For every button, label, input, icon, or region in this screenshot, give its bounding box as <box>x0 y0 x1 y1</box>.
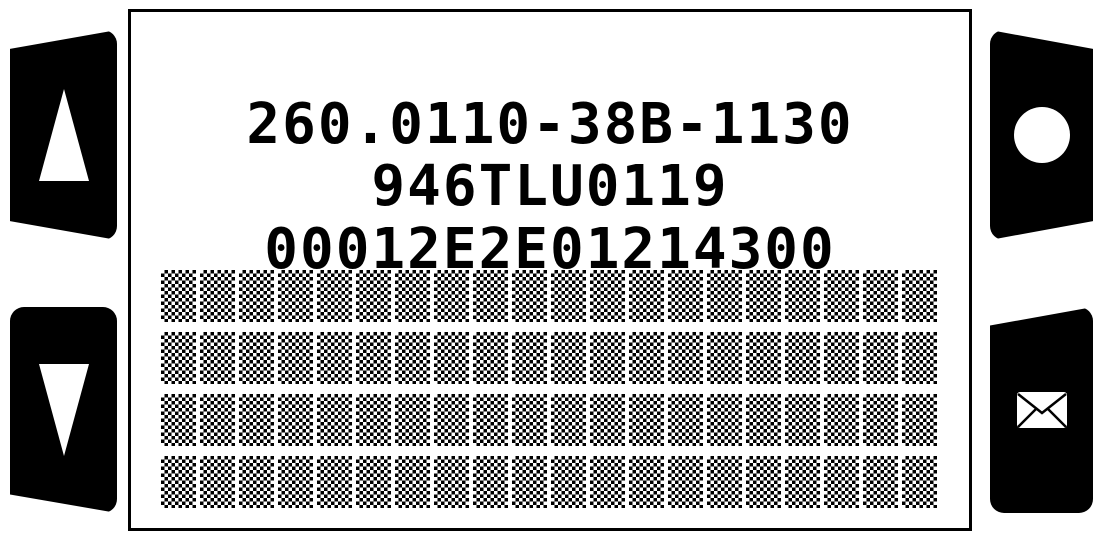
pixel-cell <box>863 270 898 322</box>
pixel-cell <box>395 456 430 508</box>
message-button[interactable] <box>990 307 1093 513</box>
pixel-cell <box>395 332 430 384</box>
pixel-cell <box>473 394 508 446</box>
pixel-cell <box>356 332 391 384</box>
pixel-cell <box>473 332 508 384</box>
pixel-cell <box>551 394 586 446</box>
pixel-cell <box>629 394 664 446</box>
pixel-cell <box>317 332 352 384</box>
pixel-cell <box>746 456 781 508</box>
pixel-cell <box>668 270 703 322</box>
up-button[interactable] <box>10 30 117 240</box>
pixel-test-pattern <box>161 270 945 512</box>
pixel-cell <box>590 332 625 384</box>
circle-icon <box>1013 107 1070 163</box>
pixel-cell <box>785 394 820 446</box>
pixel-cell <box>590 456 625 508</box>
pixel-cell <box>317 456 352 508</box>
pixel-cell <box>863 394 898 446</box>
pixel-cell <box>746 270 781 322</box>
pixel-cell <box>551 456 586 508</box>
pixel-cell <box>551 332 586 384</box>
pixel-cell <box>629 332 664 384</box>
down-triangle-icon <box>38 364 89 456</box>
pixel-cell <box>824 270 859 322</box>
pixel-cell <box>707 270 742 322</box>
pixel-cell <box>239 456 274 508</box>
pixel-cell <box>200 456 235 508</box>
pixel-cell <box>902 456 937 508</box>
pixel-cell <box>161 456 196 508</box>
pixel-cell <box>668 332 703 384</box>
pixel-cell <box>434 270 469 322</box>
pixel-cell <box>239 394 274 446</box>
lcd-display: 260.0110-38B-1130 946TLU0119 00012E2E012… <box>128 9 972 531</box>
pixel-cell <box>434 456 469 508</box>
pixel-row <box>161 394 937 446</box>
pixel-cell <box>434 332 469 384</box>
pixel-cell <box>785 332 820 384</box>
pixel-cell <box>512 394 547 446</box>
pixel-cell <box>590 394 625 446</box>
pixel-cell <box>473 270 508 322</box>
pixel-cell <box>317 270 352 322</box>
pixel-cell <box>200 332 235 384</box>
pixel-cell <box>512 270 547 322</box>
pixel-cell <box>668 394 703 446</box>
pixel-cell <box>317 394 352 446</box>
up-triangle-icon <box>38 89 89 181</box>
pixel-cell <box>746 394 781 446</box>
pixel-row <box>161 456 937 508</box>
pixel-cell <box>161 394 196 446</box>
pixel-cell <box>356 270 391 322</box>
pixel-cell <box>824 456 859 508</box>
pixel-cell <box>356 394 391 446</box>
pixel-cell <box>200 270 235 322</box>
pixel-cell <box>200 394 235 446</box>
pixel-cell <box>629 456 664 508</box>
pixel-cell <box>902 394 937 446</box>
pixel-cell <box>278 394 313 446</box>
pixel-cell <box>161 332 196 384</box>
envelope-icon <box>1014 390 1069 430</box>
pixel-cell <box>707 394 742 446</box>
pixel-cell <box>824 394 859 446</box>
pixel-cell <box>785 456 820 508</box>
pixel-cell <box>707 456 742 508</box>
pixel-cell <box>278 332 313 384</box>
pixel-row <box>161 270 937 322</box>
pixel-cell <box>512 456 547 508</box>
pixel-cell <box>395 270 430 322</box>
pixel-cell <box>239 270 274 322</box>
pixel-cell <box>902 332 937 384</box>
pixel-cell <box>785 270 820 322</box>
pixel-cell <box>629 270 664 322</box>
pixel-cell <box>395 394 430 446</box>
pixel-cell <box>356 456 391 508</box>
pixel-cell <box>707 332 742 384</box>
pixel-cell <box>863 332 898 384</box>
pixel-cell <box>473 456 508 508</box>
pixel-cell <box>863 456 898 508</box>
pixel-cell <box>161 270 196 322</box>
pixel-cell <box>278 270 313 322</box>
pixel-row <box>161 332 937 384</box>
pixel-cell <box>551 270 586 322</box>
pixel-cell <box>239 332 274 384</box>
ok-button[interactable] <box>990 30 1093 240</box>
pixel-cell <box>512 332 547 384</box>
pixel-cell <box>590 270 625 322</box>
display-line-2: 946TLU0119 <box>371 154 729 219</box>
pixel-cell <box>278 456 313 508</box>
pixel-cell <box>824 332 859 384</box>
pixel-cell <box>902 270 937 322</box>
display-line-1: 260.0110-38B-1130 <box>246 92 854 157</box>
pixel-cell <box>746 332 781 384</box>
pixel-cell <box>434 394 469 446</box>
pixel-cell <box>668 456 703 508</box>
down-button[interactable] <box>10 307 117 513</box>
